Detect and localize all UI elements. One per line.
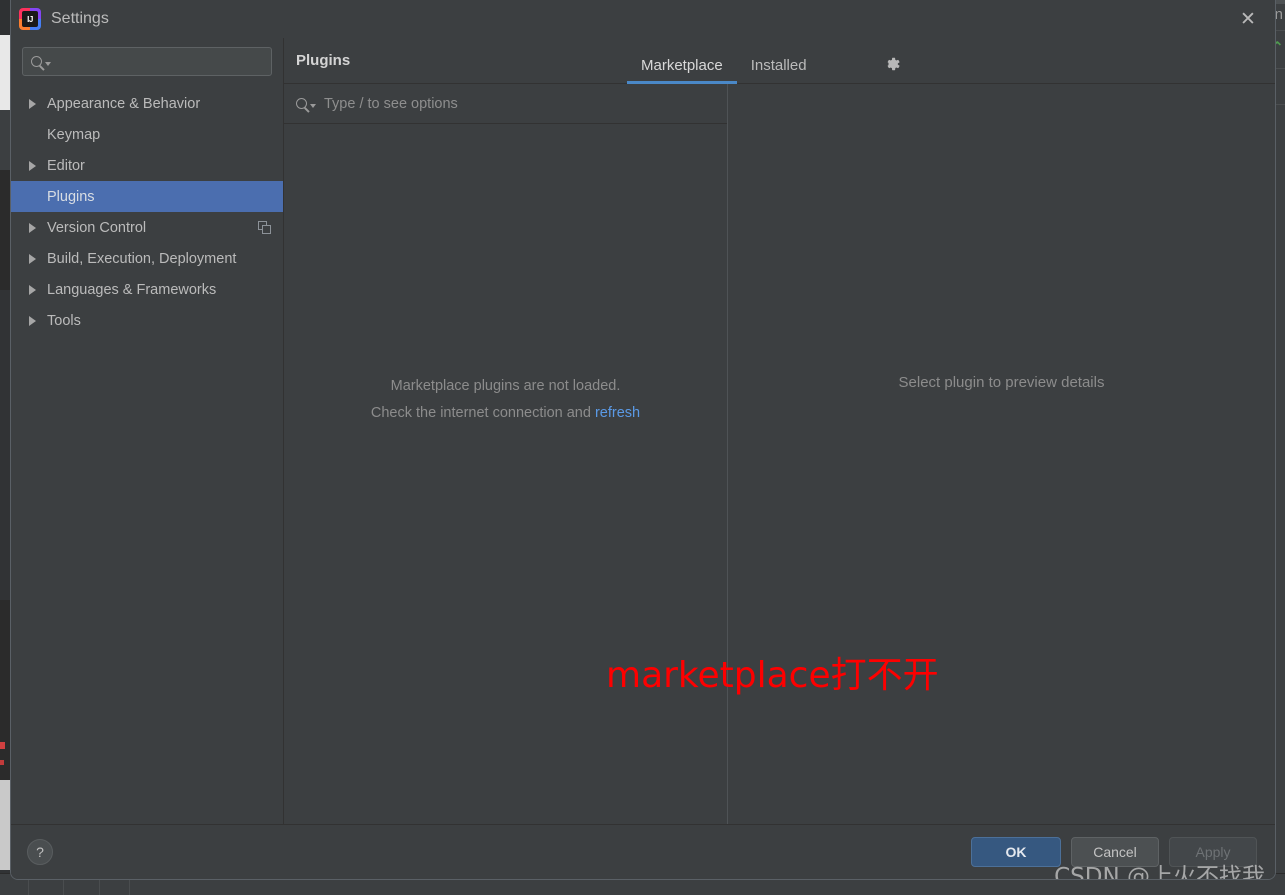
sidebar-search-box[interactable]	[22, 47, 272, 76]
dialog-titlebar: IJ Settings ✕	[11, 0, 1275, 38]
empty-state-line-1: Marketplace plugins are not loaded.	[390, 377, 621, 394]
tab-installed[interactable]: Installed	[737, 57, 821, 83]
search-icon	[31, 56, 51, 67]
plugins-content: Plugins Marketplace Installed Type / to …	[284, 38, 1275, 824]
footer-button-group: OK Cancel Apply	[971, 837, 1257, 867]
background-left-segment	[0, 0, 10, 35]
dialog-title: Settings	[51, 10, 109, 27]
settings-tree: Appearance & Behavior Keymap Editor Plugins…	[11, 88, 283, 824]
refresh-link[interactable]: refresh	[595, 405, 640, 421]
chevron-right-icon[interactable]	[29, 285, 42, 295]
sidebar-item-keymap[interactable]: Keymap	[11, 119, 283, 150]
sidebar-item-tools[interactable]: Tools	[11, 305, 283, 336]
tab-marketplace[interactable]: Marketplace	[627, 57, 737, 84]
background-error-marker	[0, 742, 5, 749]
chevron-right-icon[interactable]	[29, 161, 42, 171]
background-left-segment	[0, 110, 10, 170]
sidebar-item-label: Keymap	[47, 126, 101, 143]
background-left-strip	[0, 0, 10, 895]
background-left-segment	[0, 780, 10, 870]
chevron-right-icon[interactable]	[29, 254, 42, 264]
plugins-header: Plugins Marketplace Installed	[284, 38, 1275, 84]
chevron-right-icon[interactable]	[29, 223, 42, 233]
sidebar-item-label: Editor	[47, 157, 85, 174]
sidebar-item-plugins[interactable]: Plugins	[11, 181, 283, 212]
empty-state-line-2-text: Check the internet connection and	[370, 404, 595, 421]
sidebar-item-appearance-behavior[interactable]: Appearance & Behavior	[11, 88, 283, 119]
sidebar-item-build-execution-deployment[interactable]: Build, Execution, Deployment	[11, 243, 283, 274]
plugin-preview-pane: Select plugin to preview details	[728, 84, 1275, 824]
sidebar-item-label: Build, Execution, Deployment	[47, 250, 237, 267]
sidebar-item-label: Version Control	[47, 219, 147, 236]
chevron-right-icon[interactable]	[29, 316, 42, 326]
search-icon	[296, 98, 316, 109]
settings-dialog: IJ Settings ✕ Appearance & Behavior Keyma…	[10, 0, 1276, 880]
marketplace-empty-state: Marketplace plugins are not loaded. Chec…	[284, 124, 727, 824]
sidebar-item-label: Languages & Frameworks	[47, 281, 217, 298]
settings-sidebar: Appearance & Behavior Keymap Editor Plugins…	[11, 38, 284, 824]
copy-icon	[258, 220, 273, 235]
sidebar-item-version-control[interactable]: Version Control	[11, 212, 283, 243]
sidebar-item-label: Plugins	[47, 188, 95, 205]
preview-placeholder-text: Select plugin to preview details	[898, 374, 1105, 391]
gear-icon[interactable]	[882, 54, 902, 74]
page-title: Plugins	[296, 52, 351, 69]
cancel-button[interactable]: Cancel	[1071, 837, 1159, 867]
background-left-segment	[0, 600, 10, 780]
intellij-idea-icon: IJ	[19, 8, 41, 30]
sidebar-item-label: Appearance & Behavior	[47, 95, 201, 112]
plugin-list-pane: Marketplace plugins are not loaded. Chec…	[284, 84, 728, 824]
apply-button: Apply	[1169, 837, 1257, 867]
plugin-search-box[interactable]	[284, 84, 727, 124]
background-error-marker	[0, 760, 4, 765]
plugin-search-input[interactable]	[324, 95, 715, 112]
ok-button[interactable]: OK	[971, 837, 1061, 867]
sidebar-item-languages-frameworks[interactable]: Languages & Frameworks	[11, 274, 283, 305]
chevron-right-icon[interactable]	[29, 99, 42, 109]
sidebar-item-label: Tools	[47, 312, 81, 329]
help-button[interactable]: ?	[27, 839, 53, 865]
close-icon[interactable]: ✕	[1235, 6, 1261, 32]
dialog-footer: ? OK Cancel Apply CSDN @上火不找我	[11, 824, 1275, 879]
empty-state-line-2: Check the internet connection and refres…	[371, 405, 640, 421]
dialog-body: Appearance & Behavior Keymap Editor Plugins…	[11, 38, 1275, 824]
plugins-split: Marketplace plugins are not loaded. Chec…	[284, 84, 1275, 824]
sidebar-search-input[interactable]	[57, 54, 263, 69]
background-left-segment	[0, 35, 10, 110]
plugins-tab-strip: Marketplace Installed	[627, 37, 821, 84]
background-left-segment	[0, 170, 10, 290]
sidebar-item-editor[interactable]: Editor	[11, 150, 283, 181]
